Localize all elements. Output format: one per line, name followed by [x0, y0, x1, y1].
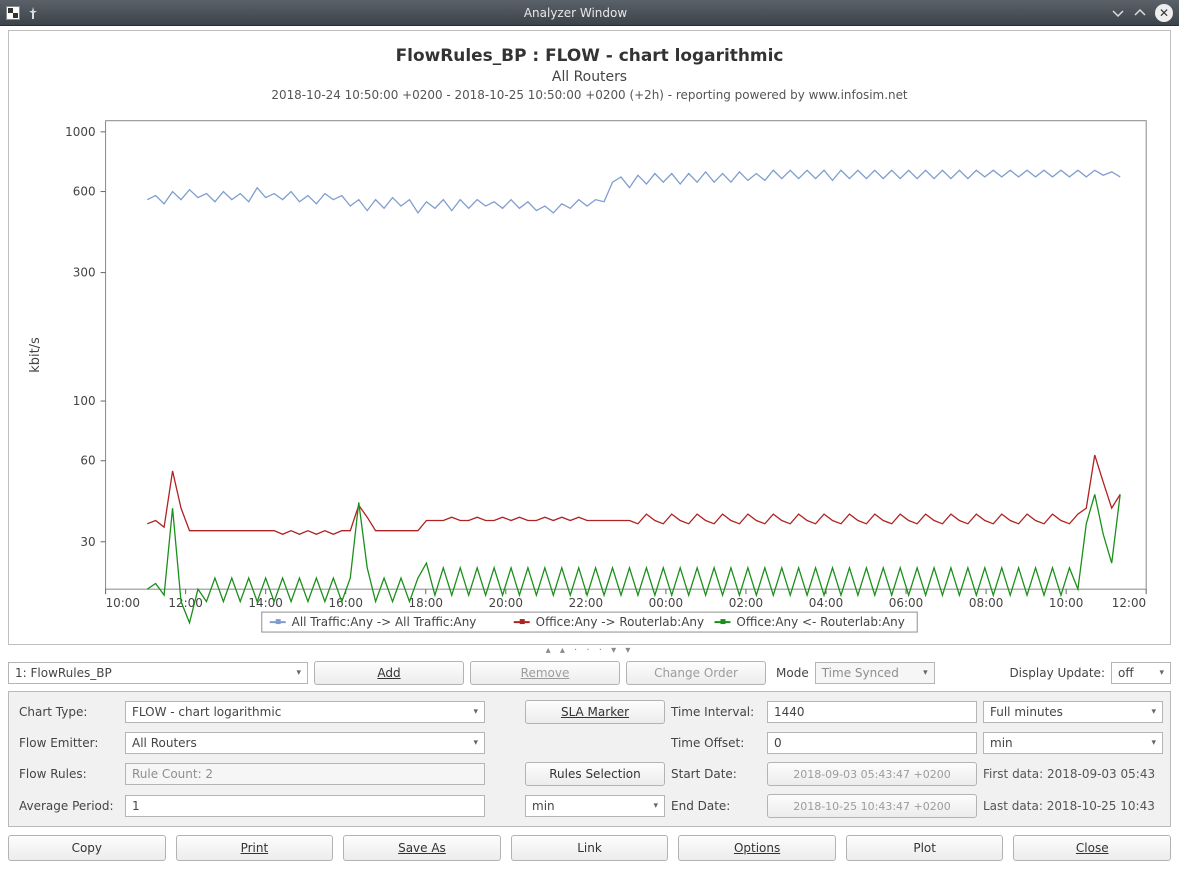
link-button[interactable]: Link [511, 835, 669, 861]
maximize-icon[interactable] [1133, 6, 1147, 20]
options-panel: Chart Type: FLOW - chart logarithmic▾ SL… [8, 691, 1171, 827]
x-tick-label: 12:00 [168, 596, 202, 610]
average-period-input[interactable]: 1 [125, 795, 485, 817]
x-tick-label: 16:00 [328, 596, 362, 610]
x-tick-label: 18:00 [409, 596, 443, 610]
legend-label: Office:Any -> Routerlab:Any [536, 615, 704, 629]
display-update-label: Display Update: [1009, 666, 1105, 680]
end-date-label: End Date: [671, 799, 761, 813]
last-data-info: Last data: 2018-10-25 10:43 [983, 799, 1163, 813]
x-tick-label: 00:00 [649, 596, 683, 610]
time-offset-input[interactable]: 0 [767, 732, 977, 754]
app-icon [6, 6, 20, 20]
plot-button[interactable]: Plot [846, 835, 1004, 861]
mode-label: Mode [776, 666, 809, 680]
flowrules-select[interactable]: 1: FlowRules_BP ▾ [8, 662, 308, 684]
chart-meta: 2018-10-24 10:50:00 +0200 - 2018-10-25 1… [271, 88, 908, 102]
x-tick-label: 02:00 [729, 596, 763, 610]
close-window-icon[interactable]: ✕ [1155, 4, 1173, 22]
average-period-unit-select[interactable]: min▾ [525, 795, 665, 817]
save-as-button[interactable]: Save As [343, 835, 501, 861]
display-update-select[interactable]: off ▾ [1111, 662, 1171, 684]
y-tick-label: 1000 [65, 125, 95, 139]
footer-buttons: Copy Print Save As Link Options Plot Clo… [8, 835, 1171, 861]
copy-button[interactable]: Copy [8, 835, 166, 861]
chevron-down-icon: ▾ [296, 668, 301, 678]
remove-button[interactable]: Remove [470, 661, 620, 685]
time-interval-unit-select[interactable]: Full minutes▾ [983, 701, 1163, 723]
pin-icon[interactable] [26, 6, 40, 20]
y-tick-label: 30 [80, 535, 95, 549]
chart-type-label: Chart Type: [19, 705, 119, 719]
time-offset-unit-select[interactable]: min▾ [983, 732, 1163, 754]
change-order-button[interactable]: Change Order [626, 661, 766, 685]
rules-selection-button[interactable]: Rules Selection [525, 762, 665, 786]
minimize-icon[interactable] [1111, 6, 1125, 20]
x-tick-label: 04:00 [809, 596, 843, 610]
series-line-1 [147, 455, 1120, 534]
chart-title: FlowRules_BP : FLOW - chart logarithmic [396, 45, 784, 65]
y-tick-label: 100 [73, 394, 96, 408]
legend-label: Office:Any <- Routerlab:Any [736, 615, 904, 629]
sla-marker-button[interactable]: SLA Marker [525, 700, 665, 724]
mode-select[interactable]: Time Synced ▾ [815, 662, 935, 684]
x-tick-label: 12:00 [1112, 596, 1146, 610]
flow-emitter-select[interactable]: All Routers▾ [125, 732, 485, 754]
flow-chart[interactable]: FlowRules_BP : FLOW - chart logarithmic A… [9, 31, 1170, 644]
chevron-down-icon: ▾ [923, 668, 928, 678]
plot-border [106, 121, 1147, 589]
options-button[interactable]: Options [678, 835, 836, 861]
start-date-label: Start Date: [671, 767, 761, 781]
start-date-button[interactable]: 2018-09-03 05:43:47 +0200 [767, 762, 977, 786]
flow-rules-label: Flow Rules: [19, 767, 119, 781]
chart-container: FlowRules_BP : FLOW - chart logarithmic A… [8, 30, 1171, 645]
time-offset-label: Time Offset: [671, 736, 761, 750]
x-tick-label: 10:00 [106, 596, 140, 610]
flow-emitter-label: Flow Emitter: [19, 736, 119, 750]
chart-subtitle: All Routers [552, 69, 627, 85]
add-button[interactable]: Add [314, 661, 464, 685]
flow-rules-display: Rule Count: 2 [125, 763, 485, 785]
y-tick-label: 600 [73, 185, 96, 199]
print-button[interactable]: Print [176, 835, 334, 861]
end-date-button[interactable]: 2018-10-25 10:43:47 +0200 [767, 794, 977, 818]
x-tick-label: 22:00 [569, 596, 603, 610]
first-data-info: First data: 2018-09-03 05:43 [983, 767, 1163, 781]
x-tick-label: 08:00 [969, 596, 1003, 610]
chart-type-select[interactable]: FLOW - chart logarithmic▾ [125, 701, 485, 723]
control-row: 1: FlowRules_BP ▾ Add Remove Change Orde… [8, 661, 1171, 685]
time-interval-label: Time Interval: [671, 705, 761, 719]
legend-label: All Traffic:Any -> All Traffic:Any [292, 615, 477, 629]
x-tick-label: 20:00 [489, 596, 523, 610]
series-line-0 [147, 170, 1120, 213]
panel-divider[interactable]: ▴ ▴ · · · ▾ ▾ [8, 645, 1171, 657]
y-axis-label: kbit/s [28, 337, 43, 373]
chevron-down-icon: ▾ [1159, 668, 1164, 678]
time-interval-input[interactable]: 1440 [767, 701, 977, 723]
x-tick-label: 14:00 [248, 596, 282, 610]
flowrules-select-value: 1: FlowRules_BP [15, 666, 112, 680]
average-period-label: Average Period: [19, 799, 119, 813]
x-tick-label: 10:00 [1049, 596, 1083, 610]
close-button[interactable]: Close [1013, 835, 1171, 861]
window-titlebar: Analyzer Window ✕ [0, 0, 1179, 26]
window-title: Analyzer Window [40, 6, 1111, 20]
x-tick-label: 06:00 [889, 596, 923, 610]
y-tick-label: 60 [80, 454, 95, 468]
y-tick-label: 300 [73, 266, 96, 280]
